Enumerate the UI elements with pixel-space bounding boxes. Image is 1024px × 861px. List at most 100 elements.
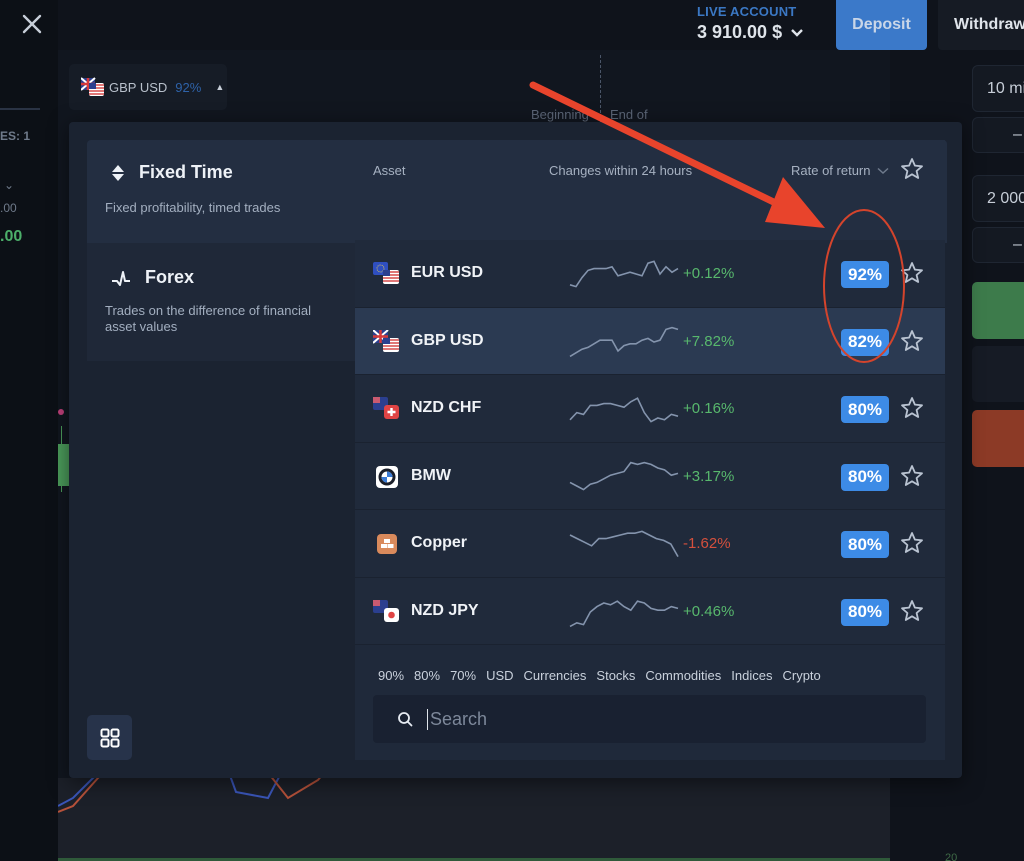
star-icon — [901, 158, 923, 179]
filter-70[interactable]: 70% — [450, 668, 476, 683]
asset-row[interactable]: Copper -1.62% 80% — [355, 510, 945, 578]
asset-name: Copper — [411, 534, 467, 551]
end-of-label: End of — [610, 107, 648, 122]
sparkline-path — [569, 260, 679, 288]
sparkline-path — [569, 397, 679, 423]
caret-up-icon: ▲ — [215, 82, 225, 92]
close-button[interactable] — [18, 10, 46, 38]
rate-badge: 80% — [841, 396, 889, 423]
star-icon[interactable] — [900, 329, 924, 353]
asset-rows: EUR USD +0.12% 92% GBP USD +7.82% 82% NZ… — [355, 240, 945, 645]
chevron-down-icon — [876, 167, 889, 174]
amount-decrement-button[interactable]: – — [972, 227, 1024, 263]
asset-selector[interactable]: GBP USD 92% ▲ — [69, 64, 227, 110]
search-input[interactable] — [427, 708, 907, 730]
withdraw-button[interactable]: Withdraw — [938, 0, 1024, 50]
asset-name: NZD CHF — [411, 399, 482, 416]
change-value: +3.17% — [683, 467, 735, 485]
asset-name: BMW — [411, 466, 451, 484]
investment-amount-field[interactable]: 2 000 — [972, 175, 1024, 222]
up-down-arrows-icon — [112, 164, 124, 181]
chevron-down-icon[interactable]: ⌄ — [4, 178, 14, 192]
asset-name: GBP USD — [411, 331, 484, 349]
sell-down-button[interactable] — [972, 410, 1024, 467]
filter-chips: 90% 80% 70% USD Currencies Stocks Commod… — [378, 668, 821, 683]
axis-tick-label: 20 — [945, 852, 958, 861]
asset-row[interactable]: EUR USD +0.12% 92% — [355, 240, 945, 308]
star-icon[interactable] — [900, 599, 924, 623]
rate-badge: 92% — [841, 261, 889, 288]
list-header: Asset Changes within 24 hours Rate of re… — [355, 140, 945, 243]
filter-90[interactable]: 90% — [378, 668, 404, 683]
rate-badge: 82% — [841, 328, 889, 356]
filter-indices[interactable]: Indices — [731, 668, 772, 683]
rate-badge: 80% — [841, 531, 889, 558]
bmw-logo-icon — [376, 465, 398, 488]
gbp-usd-flag-icon — [373, 329, 399, 352]
favorites-filter-button[interactable] — [900, 157, 924, 186]
sort-by-rate-button[interactable]: Rate of return — [791, 163, 889, 178]
change-value: +7.82% — [683, 332, 735, 350]
category-forex[interactable]: Forex Trades on the difference of financ… — [87, 243, 355, 361]
chevron-down-icon[interactable] — [790, 28, 804, 38]
category-description: Fixed profitability, timed trades — [105, 200, 281, 215]
left-rail: ES: 1 ⌄ .00 .00 — [0, 0, 58, 861]
buy-up-button[interactable] — [972, 282, 1024, 339]
sparkline — [569, 397, 679, 423]
star-icon[interactable] — [900, 396, 924, 420]
time-decrement-button[interactable]: – — [972, 117, 1024, 153]
sparkline-path — [569, 599, 679, 627]
category-title: Fixed Time — [139, 162, 233, 182]
asset-row[interactable]: GBP USD +7.82% 82% — [355, 307, 945, 375]
beginning-label: Beginning — [531, 107, 589, 122]
copper-bars-icon — [377, 534, 397, 554]
divider — [0, 108, 40, 110]
profit-value: .00 — [0, 228, 23, 245]
asset-name: EUR USD — [411, 264, 484, 281]
gbp-usd-flag-icon — [81, 77, 104, 96]
column-header-rate: Rate of return — [791, 163, 871, 178]
column-header-asset: Asset — [373, 163, 406, 178]
trades-count-label: ES: 1 — [0, 129, 31, 143]
grid-view-button[interactable] — [87, 715, 132, 760]
star-icon[interactable] — [900, 531, 924, 555]
asset-row[interactable]: NZD CHF +0.16% 80% — [355, 375, 945, 443]
column-header-change: Changes within 24 hours — [549, 163, 693, 178]
expiry-divider-line — [600, 55, 601, 123]
asset-row[interactable]: BMW +3.17% 80% — [355, 442, 945, 510]
asset-list-panel: Asset Changes within 24 hours Rate of re… — [355, 140, 945, 760]
trade-panel: 10 mi – 2 000 – — [962, 50, 1024, 861]
asset-name: NZD JPY — [411, 601, 479, 619]
account-balance[interactable]: LIVE ACCOUNT 3 910.00 $ — [697, 4, 804, 43]
account-type-label: LIVE ACCOUNT — [697, 4, 797, 19]
change-value: +0.12% — [683, 265, 735, 282]
search-box — [373, 695, 926, 743]
sparkline-path — [569, 326, 679, 357]
chart-marker-dot — [58, 409, 64, 415]
expiry-time-field[interactable]: 10 mi — [972, 65, 1024, 112]
filter-80[interactable]: 80% — [414, 668, 440, 683]
rate-badge: 80% — [841, 463, 889, 491]
filter-usd[interactable]: USD — [486, 668, 513, 683]
filter-currencies[interactable]: Currencies — [524, 668, 587, 683]
filter-commodities[interactable]: Commodities — [645, 668, 721, 683]
deposit-button[interactable]: Deposit — [836, 0, 927, 50]
sparkline — [569, 530, 679, 557]
star-icon[interactable] — [900, 464, 924, 488]
change-value: -1.62% — [683, 535, 731, 552]
rate-badge: 80% — [841, 598, 889, 626]
candle-body — [58, 444, 69, 486]
sparkline-path — [569, 530, 679, 557]
close-icon — [22, 14, 42, 34]
asset-row[interactable]: NZD JPY +0.46% 80% — [355, 577, 945, 645]
grid-icon — [100, 728, 119, 747]
filter-stocks[interactable]: Stocks — [596, 668, 635, 683]
asset-rate: 92% — [175, 79, 202, 95]
change-value: +0.16% — [683, 400, 735, 417]
asset-picker-modal: Fixed Time Fixed profitability, timed tr… — [69, 122, 962, 778]
star-icon[interactable] — [900, 261, 924, 285]
filter-crypto[interactable]: Crypto — [782, 668, 820, 683]
sparkline — [569, 461, 679, 491]
pulse-icon — [112, 270, 130, 286]
payout-info — [972, 346, 1024, 402]
